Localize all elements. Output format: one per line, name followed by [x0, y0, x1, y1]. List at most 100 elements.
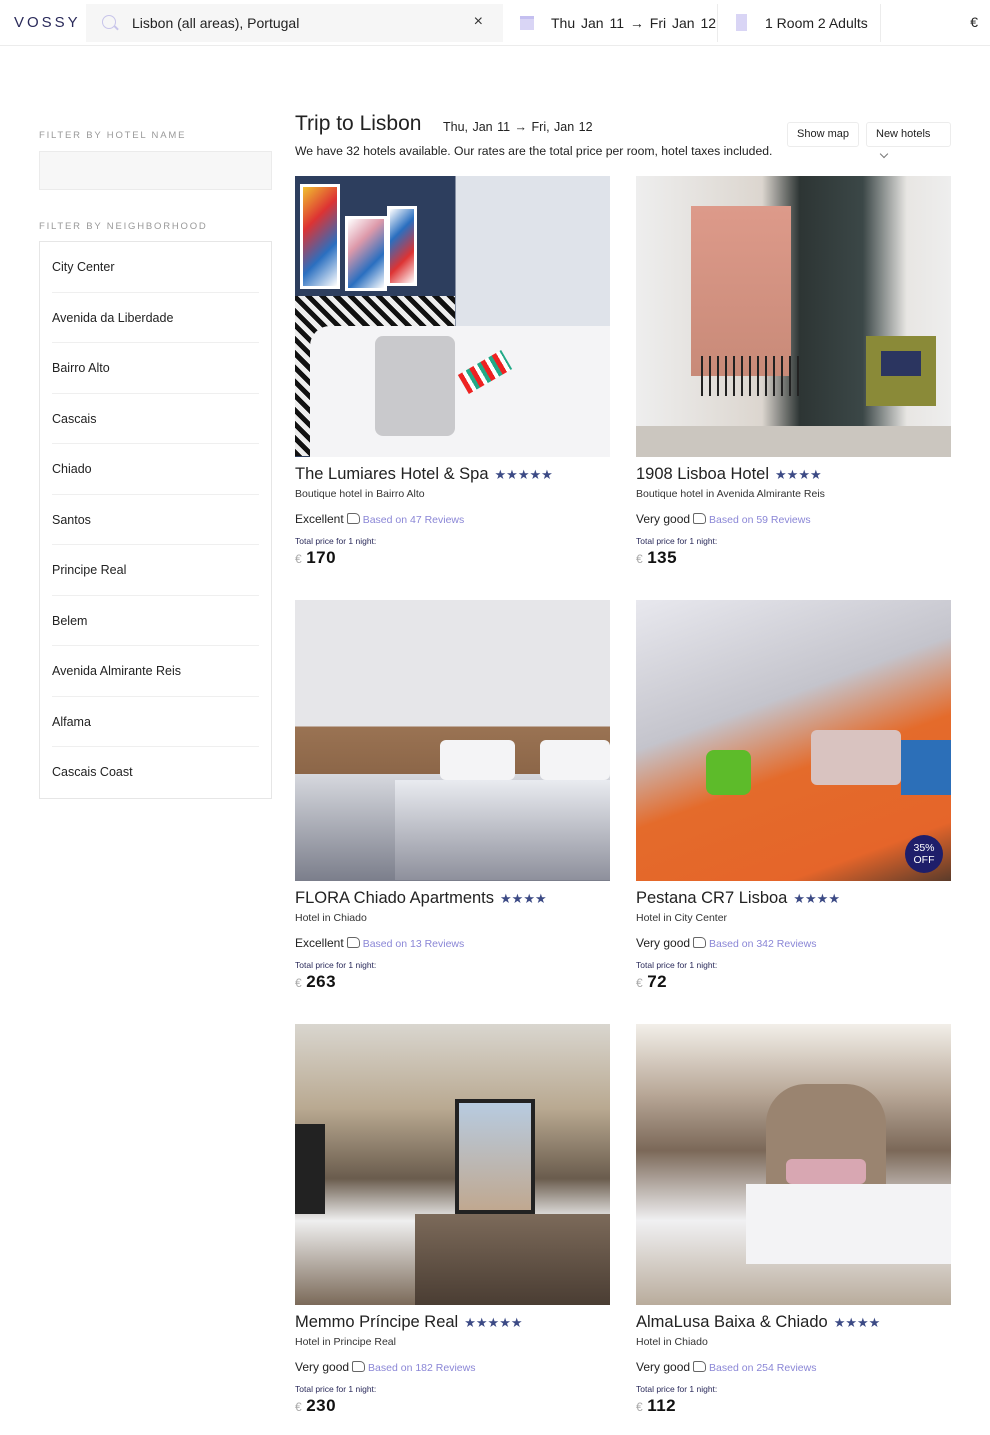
hotel-type: Hotel in City Center — [636, 912, 728, 924]
hotel-card[interactable]: FLORA Chiado Apartments ★★★★ Hotel in Chi… — [295, 600, 610, 992]
reviews-link[interactable]: Based on 13 Reviews — [363, 938, 465, 950]
results-summary: We have 32 hotels available. Our rates a… — [295, 144, 773, 158]
logo[interactable]: VOSSY — [14, 14, 81, 31]
neighborhood-item[interactable]: Avenida da Liberdade — [52, 293, 259, 343]
chevron-down-icon — [879, 149, 889, 159]
hotel-name[interactable]: 1908 Lisboa Hotel — [636, 465, 769, 483]
hotel-type: Hotel in Chiado — [636, 1336, 708, 1348]
hotel-name[interactable]: Memmo Príncipe Real — [295, 1313, 458, 1331]
neighborhood-item[interactable]: Alfama — [52, 697, 259, 747]
thumbs-up-icon — [346, 513, 360, 524]
rating-label: Excellent — [295, 936, 344, 950]
price-label: Total price for 1 night: — [636, 536, 718, 546]
currency-symbol: € — [295, 1400, 303, 1414]
thumbs-up-icon — [693, 937, 707, 948]
hotel-name-filter-label: Filter by hotel name — [39, 130, 187, 141]
destination-input[interactable]: Lisbon (all areas), Portugal — [132, 15, 299, 31]
sort-dropdown[interactable]: New hotels — [866, 122, 951, 159]
hotel-photo[interactable] — [295, 600, 610, 881]
trip-dates: Thu, Jan 11 → Fri, Jan 12 — [443, 120, 593, 134]
destination-search[interactable]: Lisbon (all areas), Portugal × — [86, 4, 503, 42]
price-label: Total price for 1 night: — [636, 1384, 718, 1394]
price-value: 263 — [306, 972, 337, 991]
thumbs-up-icon — [352, 1361, 366, 1372]
hotel-name[interactable]: The Lumiares Hotel & Spa — [295, 465, 489, 483]
reviews-link[interactable]: Based on 59 Reviews — [709, 514, 811, 526]
neighborhood-filter-label: Filter by neighborhood — [39, 221, 208, 232]
neighborhood-list: City Center Avenida da Liberdade Bairro … — [39, 241, 272, 799]
rating-label: Excellent — [295, 512, 344, 526]
door-icon — [736, 14, 747, 31]
star-rating: ★★★★ — [775, 467, 822, 482]
hotel-type: Boutique hotel in Avenida Almirante Reis — [636, 488, 825, 500]
price-label: Total price for 1 night: — [295, 536, 377, 546]
results-main: Trip to Lisbon Thu, Jan 11 → Fri, Jan 12… — [295, 110, 951, 1415]
hotel-type: Hotel in Chiado — [295, 912, 367, 924]
sort-value: New hotels — [876, 128, 931, 140]
hotel-photo[interactable] — [295, 1024, 610, 1305]
hotel-name[interactable]: FLORA Chiado Apartments — [295, 889, 494, 907]
price-label: Total price for 1 night: — [636, 960, 718, 970]
hotel-type: Hotel in Principe Real — [295, 1336, 396, 1348]
hotel-photo[interactable]: 35% OFF — [636, 600, 951, 881]
hotel-photo[interactable] — [636, 176, 951, 457]
star-rating: ★★★★★ — [464, 1315, 523, 1330]
price-value: 230 — [306, 1396, 337, 1415]
star-rating: ★★★★ — [793, 891, 840, 906]
hotel-type: Boutique hotel in Bairro Alto — [295, 488, 425, 500]
price-label: Total price for 1 night: — [295, 960, 377, 970]
hotel-name-filter-input[interactable] — [39, 151, 272, 190]
currency-symbol: € — [636, 552, 644, 566]
clear-search-button[interactable]: × — [474, 13, 483, 31]
reviews-link[interactable]: Based on 47 Reviews — [363, 514, 465, 526]
hotel-name[interactable]: AlmaLusa Baixa & Chiado — [636, 1313, 828, 1331]
currency-selector[interactable]: € — [970, 14, 978, 30]
date-picker[interactable]: Thu Jan 11 → Fri Jan 12 — [503, 4, 718, 42]
star-rating: ★★★★ — [833, 1315, 881, 1330]
show-map-button[interactable]: Show map — [787, 122, 859, 147]
hotel-card[interactable]: Memmo Príncipe Real ★★★★★ Hotel in Princi… — [295, 1024, 610, 1416]
guests-picker[interactable]: 1 Room 2 Adults — [718, 4, 881, 42]
currency-symbol: € — [295, 552, 303, 566]
rating-label: Very good — [636, 512, 691, 526]
sidebar-filters: Filter by hotel name Filter by neighborh… — [39, 130, 272, 799]
neighborhood-item[interactable]: Santos — [52, 495, 259, 545]
hotel-card[interactable]: AlmaLusa Baixa & Chiado ★★★★ Hotel in Chi… — [636, 1024, 951, 1416]
rating-label: Very good — [636, 1360, 691, 1374]
neighborhood-item[interactable]: Belem — [52, 596, 259, 646]
price-value: 170 — [306, 548, 337, 567]
reviews-link[interactable]: Based on 182 Reviews — [368, 1362, 475, 1374]
currency-symbol: € — [295, 976, 303, 990]
discount-badge: 35% OFF — [905, 835, 943, 873]
hotel-photo[interactable] — [295, 176, 610, 457]
rating-label: Very good — [636, 936, 691, 950]
neighborhood-item[interactable]: Chiado — [52, 444, 259, 495]
reviews-link[interactable]: Based on 254 Reviews — [709, 1362, 816, 1374]
thumbs-up-icon — [346, 937, 360, 948]
neighborhood-item[interactable]: Avenida Almirante Reis — [52, 646, 259, 697]
search-icon — [102, 15, 116, 29]
thumbs-up-icon — [693, 513, 707, 524]
neighborhood-item[interactable]: Cascais — [52, 394, 259, 444]
reviews-link[interactable]: Based on 342 Reviews — [709, 938, 816, 950]
price-label: Total price for 1 night: — [295, 1384, 377, 1394]
neighborhood-item[interactable]: City Center — [52, 242, 259, 293]
hotel-card[interactable]: 35% OFF Pestana CR7 Lisboa ★★★★ Hotel in … — [636, 600, 951, 992]
currency-symbol: € — [636, 976, 644, 990]
date-range[interactable]: Thu Jan 11 → Fri Jan 12 — [551, 15, 716, 31]
guests-value[interactable]: 1 Room 2 Adults — [765, 15, 868, 31]
hotel-card[interactable]: The Lumiares Hotel & Spa ★★★★★ Boutique h… — [295, 176, 610, 568]
neighborhood-item[interactable]: Bairro Alto — [52, 343, 259, 394]
hotel-card[interactable]: 1908 Lisboa Hotel ★★★★ Boutique hotel in … — [636, 176, 951, 568]
hotel-photo[interactable] — [636, 1024, 951, 1305]
hotel-name[interactable]: Pestana CR7 Lisboa — [636, 889, 787, 907]
neighborhood-item[interactable]: Principe Real — [52, 545, 259, 596]
star-rating: ★★★★★ — [494, 467, 553, 482]
star-rating: ★★★★ — [500, 891, 547, 906]
calendar-icon — [520, 16, 534, 30]
rating-label: Very good — [295, 1360, 350, 1374]
page-title: Trip to Lisbon — [295, 112, 422, 135]
neighborhood-item[interactable]: Cascais Coast — [52, 747, 259, 798]
top-bar: VOSSY Lisbon (all areas), Portugal × Thu… — [0, 0, 990, 46]
price-value: 135 — [647, 548, 678, 567]
